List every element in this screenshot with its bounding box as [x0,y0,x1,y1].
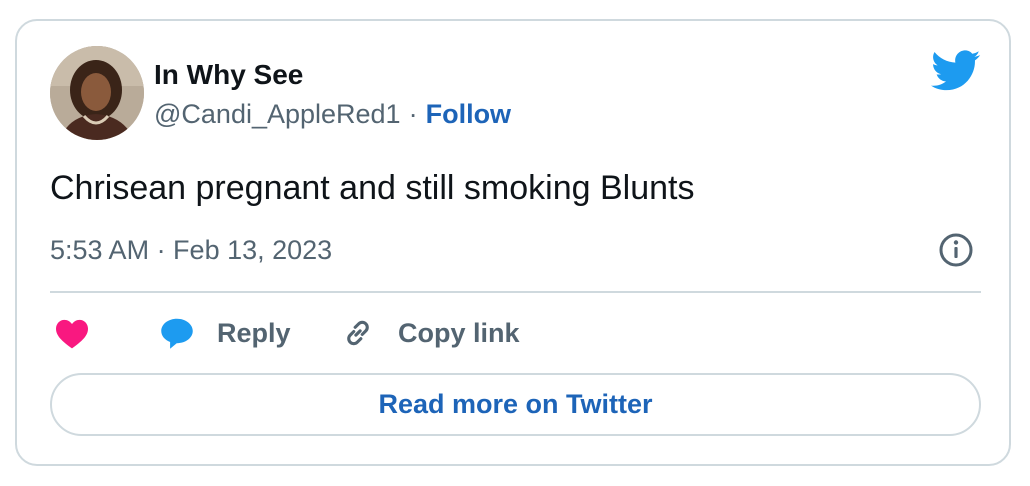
avatar-image [50,46,144,140]
read-more-label: Read more on Twitter [378,389,653,419]
link-icon [347,320,369,346]
heart-icon [56,319,88,349]
tweet-card: In Why See @Candi_AppleRed1 · Follow Chris… [15,19,1011,466]
handle-separator: · [408,99,418,129]
tweet-text: Chrisean pregnant and still smoking Blun… [50,169,695,207]
user-handle[interactable]: @Candi_AppleRed1 [154,99,401,129]
reply-label: Reply [217,317,291,348]
avatar[interactable] [50,46,144,140]
follow-button[interactable]: Follow [426,99,511,129]
display-name[interactable]: In Why See [154,59,303,91]
reply-button[interactable]: Reply [159,311,291,355]
handle-row: @Candi_AppleRed1 · Follow [154,99,511,130]
copy-link-label: Copy link [398,317,520,348]
like-button[interactable] [54,311,90,355]
speech-bubble-icon [161,318,193,349]
read-more-button[interactable]: Read more on Twitter [50,373,981,436]
info-icon[interactable] [938,232,974,268]
twitter-bird-icon[interactable] [931,50,981,92]
copy-link-button[interactable]: Copy link [341,311,520,355]
divider [50,291,981,293]
tweet-timestamp[interactable]: 5:53 AM · Feb 13, 2023 [50,235,332,266]
